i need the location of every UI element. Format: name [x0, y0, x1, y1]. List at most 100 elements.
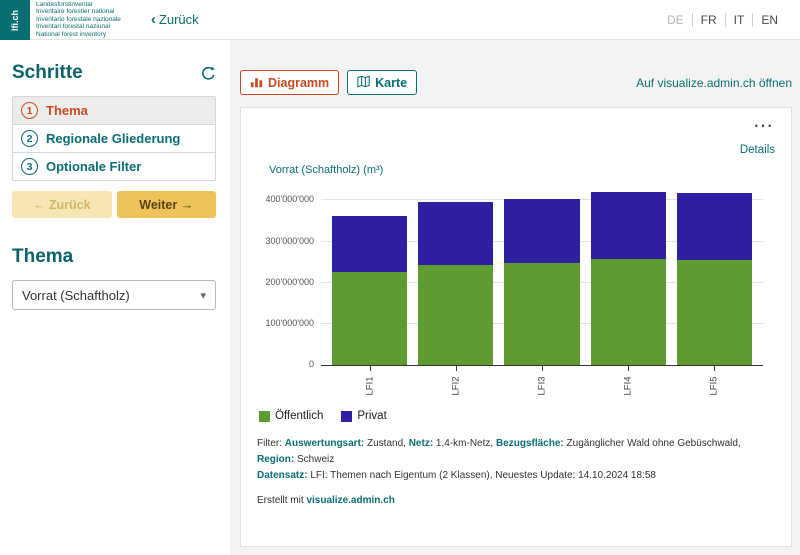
- footnote-term: Netz:: [408, 438, 434, 449]
- x-tick-label: LFI3: [536, 376, 548, 396]
- footnote-text: Zugänglicher Wald ohne Gebüschwald,: [563, 438, 741, 449]
- x-tick: [628, 366, 630, 371]
- thema-select-value: Vorrat (Schaftholz): [22, 287, 130, 303]
- step-regionale-gliederung[interactable]: 2 Regionale Gliederung: [13, 124, 215, 152]
- step-label: Optionale Filter: [46, 159, 142, 174]
- bar-segment: [590, 192, 666, 260]
- bar-segment: [590, 259, 666, 365]
- x-axis: LFI1 LFI2 LFI3 LFI4 LFI5: [321, 366, 763, 404]
- legend-label: Privat: [357, 410, 387, 422]
- step-number: 2: [21, 130, 38, 147]
- steps-list: 1 Thema 2 Regionale Gliederung 3 Optiona…: [12, 96, 216, 181]
- footnote-text: Erstellt mit: [257, 495, 307, 506]
- x-tick-label: LFI5: [708, 376, 720, 396]
- steps-title: Schritte: [12, 62, 83, 83]
- chart-icon: [250, 75, 263, 91]
- filter-line: Filter: Auswertungsart: Zustand, Netz: 1…: [257, 436, 775, 468]
- bar-segment: [418, 264, 494, 365]
- map-button-label: Karte: [375, 75, 408, 90]
- legend-item: Öffentlich: [259, 410, 323, 422]
- dataset-line: Datensatz: LFI: Themen nach Eigentum (2 …: [257, 468, 775, 484]
- bar-LFI3: [504, 188, 580, 365]
- legend-swatch: [341, 410, 353, 422]
- footnote-term: Auswertungsart:: [284, 438, 365, 449]
- bar-segment: [676, 260, 752, 365]
- org-line: National forest inventory: [36, 30, 107, 38]
- bar-segment: [504, 262, 580, 365]
- y-tick-label: 400'000'000: [265, 194, 315, 205]
- step-number: 1: [21, 102, 38, 119]
- x-tick: [369, 366, 371, 371]
- back-link[interactable]: ‹ Zurück: [151, 12, 199, 27]
- bar-LFI5: [676, 188, 752, 365]
- x-tick: [455, 366, 457, 371]
- footnote-text: Zustand,: [364, 438, 409, 449]
- x-tick-label: LFI4: [622, 376, 634, 396]
- footnote-term: Region:: [257, 454, 295, 465]
- lang-it[interactable]: IT: [724, 12, 753, 27]
- main-panel: Diagramm Karte Auf visualize.admin.ch öf…: [230, 40, 800, 555]
- header: lfi.ch Landesforstinventar Inventaire fo…: [0, 0, 800, 40]
- chart-footnotes: Filter: Auswertungsart: Zustand, Netz: 1…: [257, 436, 775, 509]
- step-label: Thema: [46, 103, 88, 118]
- more-menu-icon[interactable]: ⋯: [753, 116, 775, 136]
- thema-select[interactable]: Vorrat (Schaftholz) ▾: [12, 280, 216, 310]
- step-thema[interactable]: 1 Thema: [13, 97, 215, 124]
- org-name-block: Landesforstinventar Inventaire forestier…: [36, 1, 121, 39]
- back-link-label: Zurück: [158, 12, 199, 27]
- org-line: Inventario forestale nazionale: [36, 15, 121, 23]
- map-button[interactable]: Karte: [347, 70, 418, 95]
- lang-en[interactable]: EN: [752, 12, 786, 27]
- footnote-term: Bezugsfläche:: [495, 438, 564, 449]
- language-switcher: DE FR IT EN: [659, 12, 786, 27]
- y-axis-title: Vorrat (Schaftholz) (m³): [269, 164, 384, 176]
- diagram-button-label: Diagramm: [268, 75, 330, 90]
- step-optionale-filter[interactable]: 3 Optionale Filter: [13, 152, 215, 180]
- next-button[interactable]: Weiter →: [116, 191, 216, 218]
- y-tick-label: 0: [308, 359, 314, 369]
- x-tick-label: LFI2: [450, 376, 462, 396]
- footnote-term: visualize.admin.ch: [306, 495, 395, 506]
- created-line: Erstellt mit visualize.admin.ch: [257, 493, 775, 509]
- x-tick: [542, 366, 543, 371]
- chart-card: ⋯ Details Vorrat (Schaftholz) (m³) 0 100'…: [240, 107, 792, 547]
- chart-plot: 0 100'000'000 200'000'000 300'000'000 400'00…: [266, 188, 763, 369]
- bar-LFI2: [418, 188, 494, 365]
- open-visualize-link[interactable]: Auf visualize.admin.ch öffnen: [636, 76, 792, 90]
- diagram-button[interactable]: Diagramm: [240, 70, 340, 95]
- step-number: 3: [21, 158, 38, 175]
- bar-segment: [332, 216, 408, 272]
- footnote-text: Schweiz: [294, 454, 335, 465]
- org-line: Landesforstinventar: [36, 0, 94, 8]
- y-tick-label: 200'000'000: [265, 276, 315, 287]
- footnote-text: Filter:: [257, 438, 285, 449]
- y-tick-label: 300'000'000: [265, 235, 315, 246]
- toolbar: Diagramm Karte Auf visualize.admin.ch öf…: [240, 70, 792, 95]
- footnote-text: LFI: Themen nach Eigentum (2 Klassen), N…: [307, 470, 656, 481]
- x-tick-label: LFI1: [364, 376, 376, 396]
- details-link[interactable]: Details: [740, 144, 775, 156]
- bar-LFI4: [590, 188, 666, 365]
- legend-swatch: [259, 410, 270, 422]
- legend-label: Öffentlich: [275, 410, 324, 422]
- footnote-term: Datensatz:: [257, 470, 308, 481]
- thema-title: Thema: [12, 246, 74, 267]
- chevron-down-icon: ▾: [200, 289, 206, 302]
- bar-LFI1: [332, 188, 408, 365]
- bar-segment: [676, 192, 752, 261]
- back-button[interactable]: ← Zurück: [12, 191, 112, 218]
- back-chevron-icon: ‹: [150, 11, 156, 28]
- org-line: Inventari forestal naziunal: [36, 23, 111, 31]
- logo[interactable]: lfi.ch: [0, 0, 30, 40]
- lang-de[interactable]: DE: [659, 13, 692, 27]
- sidebar: Schritte 1 Thema 2 Regionale Gliederung …: [0, 40, 230, 555]
- footnote-text: 1,4-km-Netz,: [433, 438, 496, 449]
- bar-segment: [504, 198, 580, 263]
- legend-item: Privat: [341, 410, 387, 422]
- bar-segment: [418, 202, 494, 265]
- refresh-icon[interactable]: [201, 66, 216, 81]
- map-icon: [357, 75, 370, 91]
- lang-fr[interactable]: FR: [691, 12, 725, 27]
- content: Schritte 1 Thema 2 Regionale Gliederung …: [0, 40, 800, 555]
- bar-segment: [332, 271, 408, 365]
